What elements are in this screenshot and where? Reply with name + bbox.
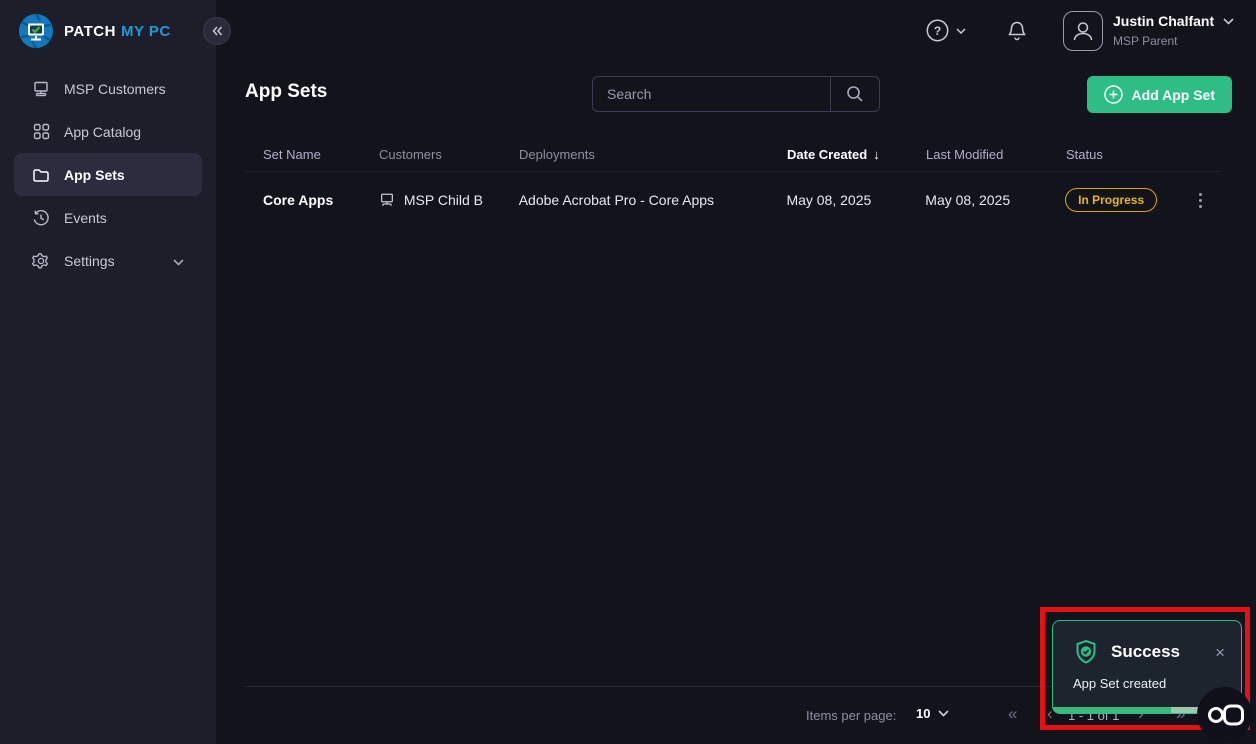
patch-my-pc-logo-icon	[18, 13, 54, 49]
cell-deployments: Adobe Acrobat Pro - Core Apps	[519, 192, 787, 208]
sidebar-item-label: MSP Customers	[64, 81, 166, 97]
sidebar-item-label: Events	[64, 210, 107, 226]
items-per-page-label: Items per page:	[806, 708, 896, 723]
shield-check-icon	[1073, 639, 1099, 665]
network-computer-icon	[32, 80, 50, 98]
add-app-set-label: Add App Set	[1132, 87, 1215, 103]
cell-customer-label: MSP Child B	[404, 192, 483, 208]
brand-text: PATCH MY PC	[64, 23, 171, 40]
row-actions-kebab-icon[interactable]	[1195, 189, 1206, 212]
sidebar-item-label: App Catalog	[64, 124, 141, 140]
app-sets-table: Set Name Customers Deployments Date Crea…	[245, 137, 1220, 228]
brand-secondary: MY PC	[121, 23, 171, 40]
toast-message: App Set created	[1073, 676, 1221, 691]
plus-circle-icon	[1104, 85, 1123, 104]
chevron-down-icon	[173, 253, 184, 269]
search-button[interactable]	[830, 77, 879, 111]
toast-title: Success	[1111, 642, 1180, 662]
column-header-label: Date Created	[787, 147, 867, 162]
gear-icon	[32, 252, 50, 270]
sidebar-nav: MSP Customers App Catalog App Sets	[0, 67, 216, 282]
sort-descending-icon: ↓	[873, 147, 880, 162]
cell-last-modified: May 08, 2025	[925, 192, 1065, 208]
chevrons-left-icon	[212, 26, 223, 36]
items-per-page-select[interactable]: 10	[916, 706, 949, 721]
table-row[interactable]: Core Apps MSP Child B Adobe Acrobat Pro …	[245, 172, 1220, 228]
column-header-last-modified[interactable]: Last Modified	[926, 147, 1066, 162]
sidebar-item-events[interactable]: Events	[0, 196, 216, 239]
toast-progress-fill	[1053, 707, 1171, 713]
brand-primary: PATCH	[64, 23, 116, 40]
recorder-badge	[1197, 687, 1252, 742]
column-header-deployments[interactable]: Deployments	[519, 147, 787, 162]
column-header-status[interactable]: Status	[1066, 147, 1196, 162]
help-icon: ?	[926, 19, 949, 42]
sidebar-item-app-catalog[interactable]: App Catalog	[0, 110, 216, 153]
grid-icon	[32, 123, 50, 141]
column-header-date-created[interactable]: Date Created ↓	[787, 147, 926, 162]
notifications-button[interactable]	[1007, 20, 1027, 47]
svg-text:?: ?	[934, 24, 941, 38]
search-box	[592, 76, 880, 112]
chevron-down-icon	[938, 710, 949, 717]
cell-customer: MSP Child B	[379, 192, 519, 208]
items-per-page-value: 10	[916, 706, 930, 721]
search-icon	[846, 85, 864, 103]
sidebar: PATCH MY PC MSP Customers App Catalog	[0, 0, 216, 744]
folder-icon	[32, 166, 50, 184]
chevron-down-icon	[1223, 18, 1234, 25]
sidebar-item-app-sets[interactable]: App Sets	[14, 153, 202, 196]
chevron-down-icon	[956, 28, 966, 34]
user-menu[interactable]: Justin Chalfant MSP Parent	[1113, 13, 1234, 48]
user-name: Justin Chalfant	[1113, 13, 1214, 29]
search-input[interactable]	[593, 77, 830, 111]
network-computer-icon	[379, 192, 395, 208]
column-header-set-name[interactable]: Set Name	[263, 147, 379, 162]
pagination-first-button[interactable]: «	[1008, 704, 1017, 724]
add-app-set-button[interactable]: Add App Set	[1087, 76, 1232, 113]
page-title: App Sets	[245, 81, 327, 103]
user-role: MSP Parent	[1113, 34, 1234, 48]
brand-logo: PATCH MY PC	[0, 0, 216, 49]
history-icon	[32, 209, 50, 227]
sidebar-collapse-button[interactable]	[203, 17, 231, 45]
cell-date-created: May 08, 2025	[786, 192, 925, 208]
cell-set-name: Core Apps	[263, 192, 379, 208]
column-header-customers[interactable]: Customers	[379, 147, 519, 162]
user-icon	[1071, 19, 1095, 43]
sidebar-item-settings[interactable]: Settings	[0, 239, 216, 282]
help-menu[interactable]: ?	[926, 19, 966, 42]
sidebar-item-msp-customers[interactable]: MSP Customers	[0, 67, 216, 110]
sidebar-item-label: App Sets	[64, 167, 125, 183]
bell-icon	[1007, 20, 1027, 42]
table-header-row: Set Name Customers Deployments Date Crea…	[245, 137, 1220, 172]
avatar[interactable]	[1063, 11, 1103, 51]
recorder-co-icon	[1206, 701, 1244, 729]
toast-close-icon[interactable]: ×	[1215, 644, 1225, 661]
sidebar-item-label: Settings	[64, 253, 115, 269]
status-badge: In Progress	[1065, 188, 1157, 212]
